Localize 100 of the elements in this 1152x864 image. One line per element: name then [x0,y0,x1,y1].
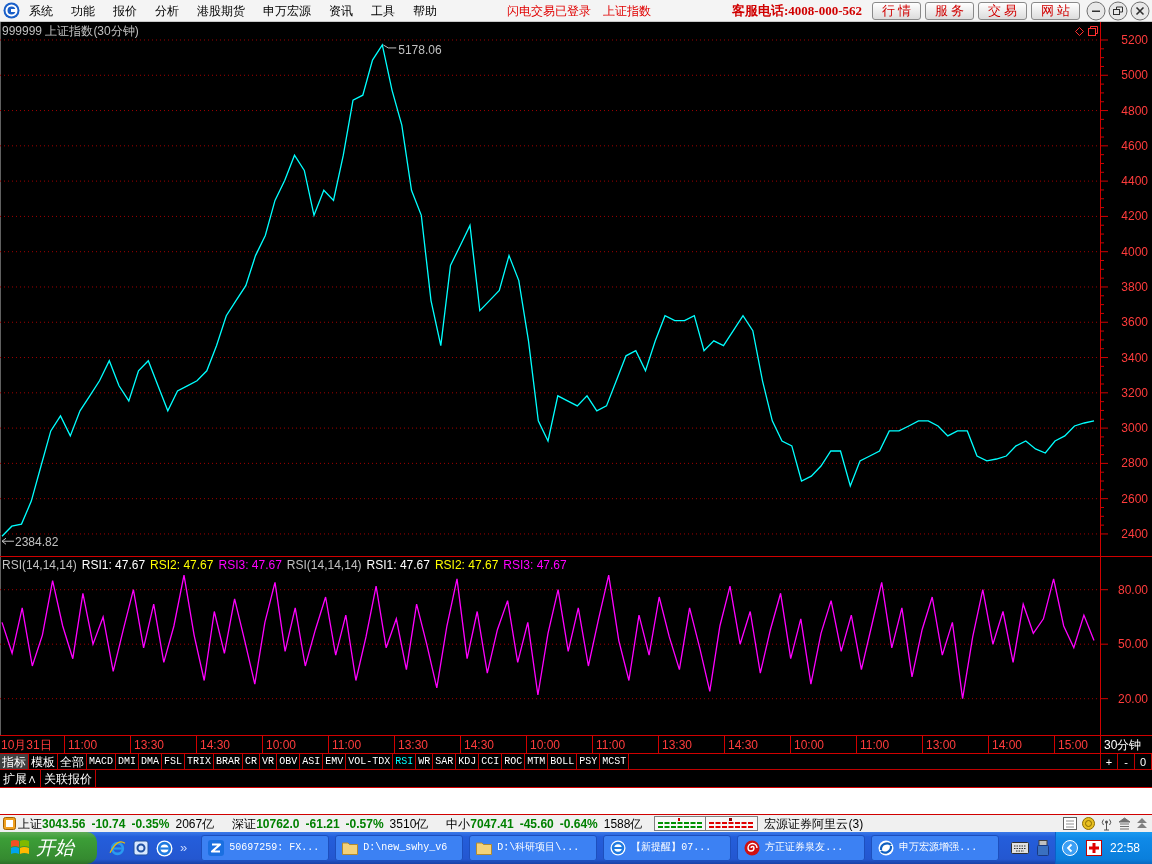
indicator-tab[interactable]: ROC [502,754,526,769]
quick-button[interactable]: 行 情 [872,1,921,20]
menu-item[interactable]: 系统 [20,0,62,21]
quick-button[interactable]: 网 站 [1031,1,1080,20]
time-label: 14:30 [200,737,231,752]
indicator-tab[interactable]: KDJ [456,754,480,769]
indicator-group-tab[interactable]: 指标 [0,754,29,769]
keyboard-icon[interactable] [1011,842,1030,854]
menu-item[interactable]: 港股期货 [188,0,254,21]
time-label: 11:00 [596,737,626,752]
scale-control[interactable]: + [1101,754,1118,769]
axis-label: 4600 [1121,138,1148,153]
menu-item[interactable]: 申万宏源 [254,0,320,21]
indicator-tab[interactable]: BOLL [548,754,578,769]
quick-button[interactable]: 服 务 [925,1,974,20]
menu-item[interactable]: 帮助 [404,0,446,21]
axis-label: 4800 [1121,103,1148,118]
indicator-tab[interactable]: BRAR [214,754,244,769]
square-badge-icon[interactable] [3,817,16,830]
index-amount: 1588亿 [603,815,643,832]
legend-label: RSI3: 47.67 [503,558,567,572]
chevron-left-icon[interactable] [1061,840,1078,856]
menu-item[interactable]: 工具 [362,0,404,21]
stack-icon[interactable] [1118,817,1131,830]
indicator-tab[interactable]: SAR [433,754,457,769]
axis-label: 50.00 [1117,637,1148,652]
indicator-tab[interactable]: DMA [139,754,163,769]
more-button[interactable]: » [180,840,188,856]
task-button[interactable]: 【新提醒】07... [603,835,732,861]
task-button[interactable]: 申万宏源增强... [871,835,1000,861]
indicator-tab[interactable]: MCST [600,754,630,769]
axis-label: 3600 [1121,315,1148,330]
task-button[interactable]: 50697259: FX... [201,835,330,861]
axis-label: 5000 [1121,68,1148,83]
time-label: 10:00 [530,737,561,752]
axis-label: 2800 [1121,456,1148,471]
orbit-ring-icon[interactable] [109,839,126,857]
menu-item[interactable]: 报价 [104,0,146,21]
notepad-icon[interactable] [1063,817,1077,830]
indicator-tab[interactable]: VOL-TDX [346,754,394,769]
task-button[interactable]: D:\new_swhy_v6 [335,835,464,861]
close-icon[interactable] [1130,0,1150,21]
task-button[interactable]: D:\科研项目\... [469,835,598,861]
antenna-icon[interactable] [1100,816,1113,831]
time-label: 13:30 [662,737,693,752]
coin-icon[interactable] [1082,817,1095,830]
restore-icon[interactable] [1108,0,1128,21]
time-label: 14:30 [464,737,495,752]
plus-cross-icon[interactable] [1085,840,1102,856]
indicator-tab[interactable]: ASI [300,754,324,769]
indicator-tab[interactable]: MACD [87,754,116,769]
app-logo-icon[interactable] [3,2,20,19]
legend-label: RSI(14,14,14) [2,558,77,572]
indicator-tab[interactable]: CR [243,754,261,769]
time-label: 14:30 [728,737,759,752]
index-value: 3043.56 [42,815,86,832]
axis-label: 3400 [1121,350,1148,365]
indicator-tab[interactable]: EMV [323,754,347,769]
spiral-icon [744,840,761,856]
quick-button[interactable]: 交 易 [978,1,1027,20]
indicator-tab[interactable]: PSY [577,754,601,769]
index-name: 深证 [232,815,257,832]
diamond-icon[interactable] [1075,26,1084,36]
four-color-flag-icon [10,839,30,857]
up-arrows-icon[interactable] [1136,817,1148,830]
minimize-icon[interactable] [1086,0,1106,21]
indicator-tab[interactable]: OBV [277,754,301,769]
indicator-tab[interactable]: FSL [162,754,186,769]
scale-control[interactable]: 0 [1135,754,1152,769]
indicator-tab[interactable]: TRIX [185,754,215,769]
indicator-tab[interactable]: MTM [525,754,549,769]
indicator-group-tab[interactable]: 全部 [58,754,87,769]
indicator-tab[interactable]: DMI [116,754,140,769]
ring-tile-icon[interactable] [133,840,149,856]
circled-bar-icon[interactable] [156,839,173,857]
index-percent: -0.35% [131,815,170,832]
start-button[interactable]: 开始 [0,832,97,864]
axis-label: 3200 [1121,385,1148,400]
time-label: 11:00 [68,737,98,752]
menu-item[interactable]: 资讯 [320,0,362,21]
index-amount: 3510亿 [389,815,429,832]
window-icon[interactable] [1088,26,1098,36]
indicator-tab[interactable]: VR [260,754,278,769]
indicator-group-tab[interactable]: 模板 [29,754,58,769]
low-price-label: 2384.82 [15,535,59,550]
time-label: 13:00 [926,737,957,752]
time-label: 15:00 [1058,737,1089,752]
usb-plug-icon[interactable] [1037,840,1050,856]
bottom-tab[interactable]: 扩展∧ [0,770,41,787]
time-label: 10:00 [794,737,825,752]
menu-item[interactable]: 分析 [146,0,188,21]
index-name: 中小 [446,815,471,832]
task-button[interactable]: 方正证券泉友... [737,835,866,861]
indicator-tab[interactable]: WR [416,754,434,769]
indicator-tab[interactable]: CCI [479,754,503,769]
bottom-tab[interactable]: 关联报价 [41,770,96,787]
menu-item[interactable]: 功能 [62,0,104,21]
scale-control[interactable]: - [1118,754,1135,769]
index-value: 10762.0 [256,815,300,832]
indicator-tab[interactable]: RSI [393,754,417,769]
